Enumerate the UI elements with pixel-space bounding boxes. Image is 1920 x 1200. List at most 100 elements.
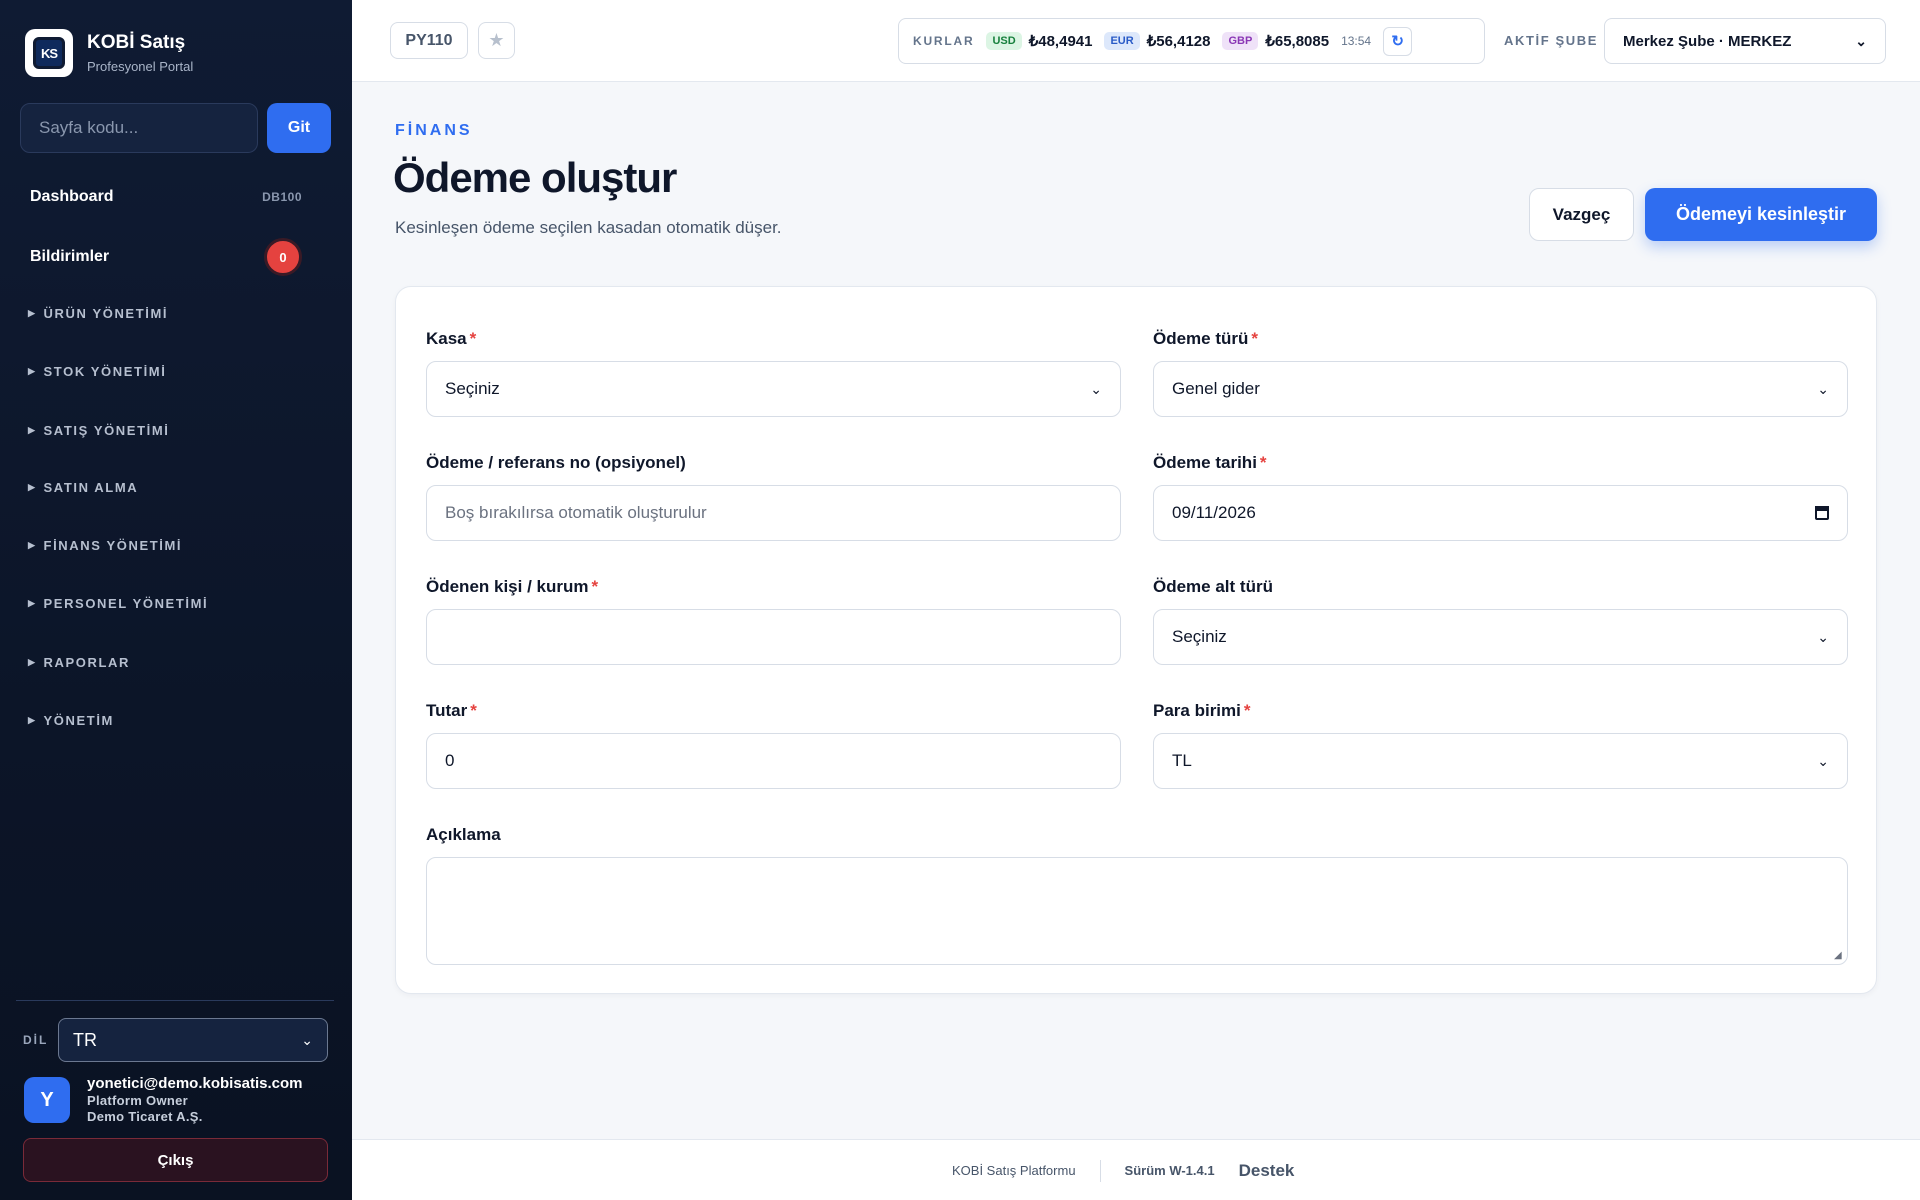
referans-placeholder: Boş bırakılırsa otomatik oluşturulur bbox=[445, 503, 707, 522]
rate-value-eur: ₺56,4128 bbox=[1146, 33, 1211, 50]
sidebar-group-label: YÖNETİM bbox=[43, 713, 114, 728]
language-label: DİL bbox=[23, 1033, 49, 1047]
sidebar-group-yonetim[interactable]: ▶ YÖNETİM bbox=[28, 713, 114, 728]
user-company: Demo Ticaret A.Ş. bbox=[87, 1109, 203, 1124]
refresh-rates-button[interactable]: ↻ bbox=[1383, 26, 1413, 56]
required-icon: * bbox=[591, 577, 599, 596]
caret-right-icon: ▶ bbox=[28, 715, 37, 725]
user-email: yonetici@demo.kobisatis.com bbox=[87, 1075, 303, 1092]
required-icon: * bbox=[1243, 701, 1251, 720]
cancel-button[interactable]: Vazgeç bbox=[1529, 188, 1634, 241]
star-icon: ★ bbox=[488, 30, 505, 50]
caret-right-icon: ▶ bbox=[28, 482, 37, 492]
caret-right-icon: ▶ bbox=[28, 366, 37, 376]
caret-right-icon: ▶ bbox=[28, 425, 37, 435]
support-link[interactable]: Destek bbox=[1239, 1161, 1295, 1181]
odeme-tarihi-value: 09/11/2026 bbox=[1172, 503, 1256, 522]
odeme-tarihi-input[interactable]: 09/11/2026 bbox=[1153, 485, 1848, 541]
footer-version: Sürüm W-1.4.1 bbox=[1124, 1163, 1215, 1178]
avatar: Y bbox=[24, 1077, 70, 1123]
aciklama-label: Açıklama bbox=[426, 825, 501, 844]
sidebar-group-stok[interactable]: ▶ STOK YÖNETİMİ bbox=[28, 364, 166, 379]
calendar-icon[interactable] bbox=[1815, 506, 1829, 520]
sidebar-group-finans[interactable]: ▶ FİNANS YÖNETİMİ bbox=[28, 538, 182, 553]
rates-label: KURLAR bbox=[913, 34, 975, 48]
sidebar-item-label: Dashboard bbox=[30, 188, 114, 205]
odeme-turu-value: Genel gider bbox=[1172, 379, 1260, 398]
para-birimi-select[interactable]: TL ⌄ bbox=[1153, 733, 1848, 789]
currency-code-usd: USD bbox=[986, 32, 1022, 50]
alt-tur-value: Seçiniz bbox=[1172, 627, 1227, 646]
branch-value: Merkez Şube · MERKEZ bbox=[1623, 32, 1792, 50]
rate-value-usd: ₺48,4941 bbox=[1028, 33, 1093, 50]
required-icon: * bbox=[1259, 453, 1267, 472]
referans-label: Ödeme / referans no (opsiyonel) bbox=[426, 453, 686, 472]
sidebar-group-label: SATIŞ YÖNETİMİ bbox=[43, 423, 170, 438]
odeme-turu-select[interactable]: Genel gider ⌄ bbox=[1153, 361, 1848, 417]
kasa-label: Kasa * bbox=[426, 329, 477, 348]
page-subtitle: Kesinleşen ödeme seçilen kasadan otomati… bbox=[395, 218, 782, 237]
required-icon: * bbox=[470, 701, 477, 720]
resize-handle-icon[interactable]: ◢ bbox=[1834, 951, 1844, 961]
referans-input[interactable]: Boş bırakılırsa otomatik oluşturulur bbox=[426, 485, 1121, 541]
payment-form: Kasa * Seçiniz ⌄ Ödeme türü * Genel gider … bbox=[395, 286, 1877, 994]
sidebar-group-label: STOK YÖNETİMİ bbox=[43, 364, 167, 379]
sidebar-item-code: DB100 bbox=[262, 190, 302, 204]
branch-select[interactable]: Merkez Şube · MERKEZ ⌄ bbox=[1604, 18, 1886, 64]
sidebar-group-satis[interactable]: ▶ SATIŞ YÖNETİMİ bbox=[28, 423, 169, 438]
alt-tur-label: Ödeme alt türü bbox=[1153, 577, 1273, 596]
rate-value-gbp: ₺65,8085 bbox=[1265, 33, 1330, 50]
aciklama-textarea[interactable]: ◢ bbox=[426, 857, 1848, 965]
rates-timestamp: 13:54 bbox=[1341, 34, 1372, 48]
user-role: Platform Owner bbox=[87, 1093, 188, 1108]
page-title: Ödeme oluştur bbox=[393, 154, 677, 201]
sidebar: KS KOBİ Satış Profesyonel Portal Git Das… bbox=[0, 0, 352, 1200]
sidebar-group-label: PERSONEL YÖNETİMİ bbox=[43, 596, 209, 611]
logout-button[interactable]: Çıkış bbox=[23, 1138, 328, 1182]
confirm-payment-button[interactable]: Ödemeyi kesinleştir bbox=[1645, 188, 1877, 241]
sidebar-group-label: FİNANS YÖNETİMİ bbox=[43, 538, 183, 553]
brand-logo: KS bbox=[25, 29, 73, 77]
alt-tur-select[interactable]: Seçiniz ⌄ bbox=[1153, 609, 1848, 665]
sidebar-group-urun[interactable]: ▶ ÜRÜN YÖNETİMİ bbox=[28, 306, 168, 321]
chevron-down-icon: ⌄ bbox=[1817, 628, 1829, 645]
odenen-label: Ödenen kişi / kurum * bbox=[426, 577, 599, 596]
sidebar-group-raporlar[interactable]: ▶ RAPORLAR bbox=[28, 655, 130, 670]
caret-right-icon: ▶ bbox=[28, 657, 37, 667]
tutar-label: Tutar * bbox=[426, 701, 477, 720]
refresh-icon: ↻ bbox=[1391, 33, 1404, 50]
brand-title: KOBİ Satış bbox=[87, 32, 186, 53]
currency-code-eur: EUR bbox=[1104, 32, 1140, 50]
brand-subtitle: Profesyonel Portal bbox=[87, 59, 194, 74]
notification-count-badge: 0 bbox=[264, 238, 302, 276]
sidebar-item-dashboard[interactable]: Dashboard DB100 bbox=[30, 188, 302, 206]
language-value: TR bbox=[73, 1029, 97, 1050]
para-birimi-value: TL bbox=[1172, 751, 1192, 770]
sidebar-group-label: ÜRÜN YÖNETİMİ bbox=[43, 306, 169, 321]
tutar-input[interactable]: 0 bbox=[426, 733, 1121, 789]
brand[interactable]: KS KOBİ Satış Profesyonel Portal bbox=[25, 29, 193, 77]
sidebar-item-notifications[interactable]: Bildirimler 0 bbox=[30, 238, 302, 276]
sidebar-group-satin-alma[interactable]: ▶ SATIN ALMA bbox=[28, 480, 138, 495]
odenen-input[interactable] bbox=[426, 609, 1121, 665]
language-select[interactable]: TR ⌄ bbox=[58, 1018, 328, 1062]
sidebar-group-personel[interactable]: ▶ PERSONEL YÖNETİMİ bbox=[28, 596, 208, 611]
favorite-star-button[interactable]: ★ bbox=[478, 22, 515, 59]
page-code-input[interactable] bbox=[20, 103, 258, 153]
required-icon: * bbox=[469, 329, 477, 348]
footer-platform: KOBİ Satış Platformu bbox=[952, 1163, 1076, 1178]
logo-icon: KS bbox=[33, 37, 65, 69]
chevron-down-icon: ⌄ bbox=[301, 1031, 313, 1048]
para-birimi-label: Para birimi * bbox=[1153, 701, 1251, 720]
caret-right-icon: ▶ bbox=[28, 598, 37, 608]
kasa-select[interactable]: Seçiniz ⌄ bbox=[426, 361, 1121, 417]
go-button[interactable]: Git bbox=[267, 103, 331, 153]
kasa-value: Seçiniz bbox=[445, 379, 500, 398]
required-icon: * bbox=[1251, 329, 1259, 348]
sidebar-divider bbox=[16, 1000, 334, 1001]
branch-label: AKTİF ŞUBE bbox=[1504, 33, 1598, 48]
chevron-down-icon: ⌄ bbox=[1817, 752, 1829, 769]
page-code-badge: PY110 bbox=[390, 22, 468, 59]
chevron-down-icon: ⌄ bbox=[1090, 380, 1102, 397]
currency-code-gbp: GBP bbox=[1222, 32, 1259, 50]
